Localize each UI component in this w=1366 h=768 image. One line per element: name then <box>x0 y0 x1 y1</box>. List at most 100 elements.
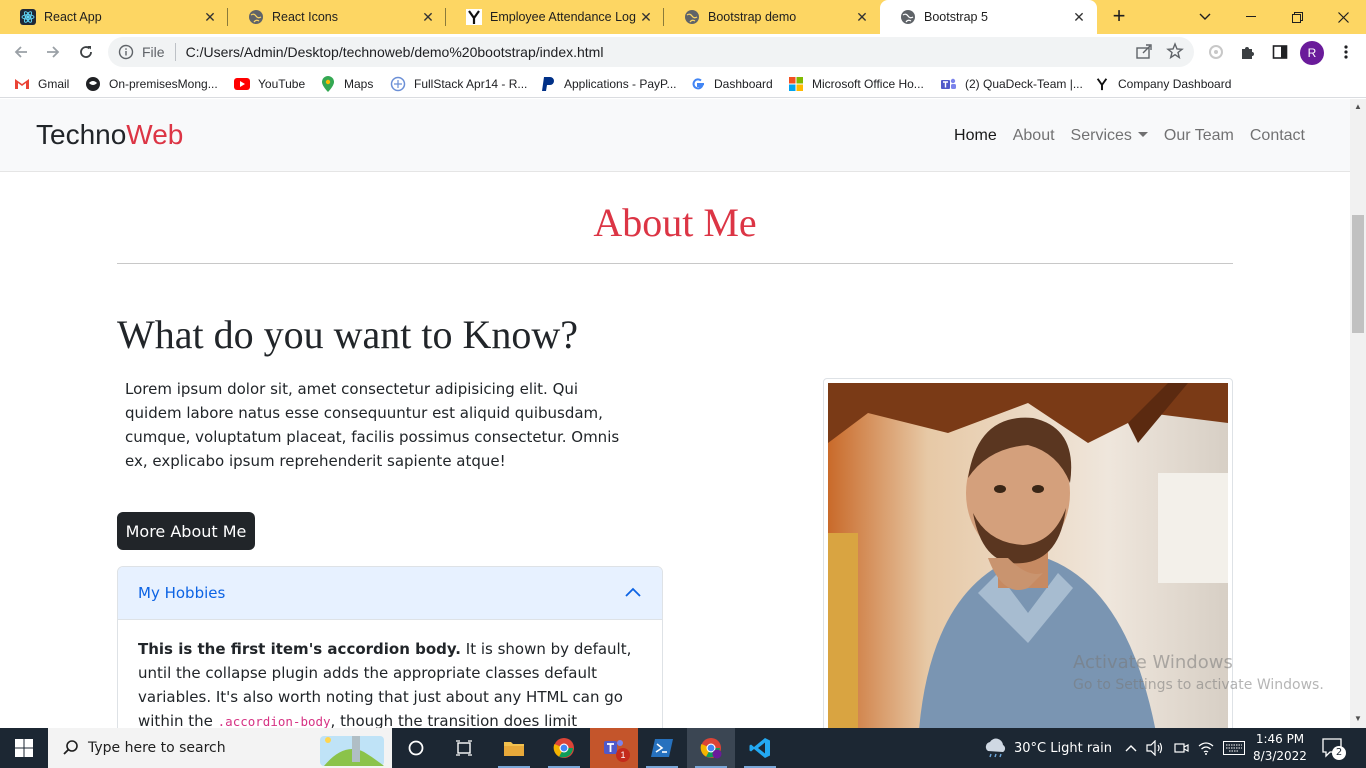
react-icon <box>20 9 36 25</box>
chevron-up-icon[interactable] <box>1125 744 1137 752</box>
bookmark-microsoft[interactable]: Microsoft Office Ho... <box>788 75 924 93</box>
vscode-app-button[interactable] <box>736 728 784 768</box>
browser-toolbar: File C:/Users/Admin/Desktop/technoweb/de… <box>0 34 1366 70</box>
info-icon[interactable] <box>118 44 134 60</box>
y-logo-icon <box>1094 76 1110 92</box>
page-scrollbar[interactable]: ▲ ▼ <box>1350 99 1366 728</box>
chrome-app-button[interactable] <box>540 728 588 768</box>
bookmark-label: FullStack Apr14 - R... <box>414 77 528 91</box>
bookmark-label: On-premisesMong... <box>109 77 218 91</box>
tab-bootstrap-demo[interactable]: Bootstrap demo ✕ <box>664 0 880 34</box>
close-icon[interactable]: ✕ <box>854 9 870 25</box>
microsoft-icon <box>788 76 804 92</box>
bookmarks-bar: Gmail On-premisesMong... YouTube Maps Fu… <box>0 70 1366 98</box>
forward-button[interactable] <box>41 40 65 64</box>
notification-center-button[interactable]: 2 <box>1322 728 1346 768</box>
reload-button[interactable] <box>74 40 98 64</box>
task-view-cortana-button[interactable] <box>392 728 440 768</box>
brand-logo[interactable]: TechnoWeb <box>36 119 183 151</box>
accordion-body-code: .accordion-body <box>217 714 331 728</box>
tab-react-app[interactable]: React App ✕ <box>0 0 228 34</box>
star-icon[interactable] <box>1166 42 1184 60</box>
meet-now-icon[interactable] <box>1173 740 1189 756</box>
teams-app-button[interactable]: 1 <box>590 728 638 768</box>
task-view-button[interactable] <box>440 728 488 768</box>
vscode-icon <box>749 738 770 758</box>
bookmark-paypal[interactable]: Applications - PayP... <box>540 75 677 93</box>
side-panel-button[interactable] <box>1268 40 1292 64</box>
side-panel-icon <box>1272 45 1288 59</box>
scroll-up-icon[interactable]: ▲ <box>1354 103 1362 111</box>
system-tray <box>1125 728 1245 768</box>
tab-bootstrap-5[interactable]: Bootstrap 5 ✕ <box>880 0 1097 34</box>
back-button[interactable] <box>9 40 33 64</box>
chrome-icon <box>553 738 574 758</box>
close-icon[interactable]: ✕ <box>202 9 218 25</box>
extensions-button[interactable] <box>1236 40 1260 64</box>
profile-avatar[interactable]: R <box>1300 41 1324 65</box>
share-icon[interactable] <box>1135 42 1153 60</box>
tab-employee-attendance[interactable]: Employee Attendance Log ✕ <box>446 0 664 34</box>
nav-our-team[interactable]: Our Team <box>1164 127 1234 145</box>
section-divider <box>117 263 1233 264</box>
new-tab-button[interactable]: + <box>1107 5 1131 29</box>
restore-button[interactable] <box>1274 0 1320 34</box>
brand-main: Techno <box>36 119 127 150</box>
menu-button[interactable] <box>1334 40 1358 64</box>
windows-logo-icon <box>15 739 33 757</box>
bookmark-gmail[interactable]: Gmail <box>14 75 69 93</box>
bookmark-mongo[interactable]: On-premisesMong... <box>85 75 218 93</box>
scroll-down-icon[interactable]: ▼ <box>1354 715 1362 723</box>
address-bar[interactable]: File C:/Users/Admin/Desktop/technoweb/de… <box>108 37 1194 67</box>
close-icon[interactable]: ✕ <box>1071 9 1087 25</box>
nav-links: Home About Services Our Team Contact <box>954 127 1305 145</box>
close-icon[interactable]: ✕ <box>638 9 654 25</box>
chrome-profile-app-button[interactable] <box>687 728 735 768</box>
accordion-header-hobbies[interactable]: My Hobbies <box>118 567 662 620</box>
caret-down-icon <box>1137 132 1148 137</box>
tab-react-icons[interactable]: React Icons ✕ <box>228 0 446 34</box>
minimize-button[interactable] <box>1228 0 1274 34</box>
more-about-me-button[interactable]: More About Me <box>117 512 255 550</box>
accordion-body-bold: This is the first item's accordion body. <box>138 640 462 658</box>
maps-icon <box>320 76 336 92</box>
powershell-icon <box>651 739 673 757</box>
start-button[interactable] <box>0 728 48 768</box>
url-text[interactable]: C:/Users/Admin/Desktop/technoweb/demo%20… <box>186 44 604 60</box>
volume-icon[interactable] <box>1146 740 1164 756</box>
globe-icon <box>900 9 916 25</box>
bookmark-maps[interactable]: Maps <box>320 75 373 93</box>
paypal-icon <box>540 76 556 92</box>
nav-services[interactable]: Services <box>1071 127 1148 145</box>
site-navbar: TechnoWeb Home About Services Our Team C… <box>0 99 1350 172</box>
close-icon[interactable]: ✕ <box>420 9 436 25</box>
teams-icon <box>941 76 957 92</box>
arrow-left-icon <box>14 46 27 58</box>
wifi-icon[interactable] <box>1198 741 1214 755</box>
bookmark-dashboard[interactable]: Dashboard <box>690 75 773 93</box>
system-clock[interactable]: 1:46 PM 8/3/2022 <box>1250 731 1310 765</box>
file-explorer-button[interactable] <box>490 728 538 768</box>
nav-contact[interactable]: Contact <box>1250 127 1305 145</box>
search-placeholder: Type here to search <box>88 740 226 756</box>
nav-about[interactable]: About <box>1013 127 1055 145</box>
nav-home[interactable]: Home <box>954 127 997 145</box>
bookmark-label: Applications - PayP... <box>564 77 677 91</box>
powershell-app-button[interactable] <box>638 728 686 768</box>
teams-badge: 1 <box>616 748 630 762</box>
keyboard-icon[interactable] <box>1223 741 1245 755</box>
bookmark-youtube[interactable]: YouTube <box>234 75 305 93</box>
tab-search-button[interactable] <box>1182 0 1228 34</box>
cortana-circle-icon <box>408 740 424 756</box>
weather-widget[interactable]: 30°C Light rain <box>982 728 1112 768</box>
close-icon <box>1337 11 1349 23</box>
bookmark-company-dashboard[interactable]: Company Dashboard <box>1094 75 1231 93</box>
close-window-button[interactable] <box>1320 0 1366 34</box>
clock-time: 1:46 PM <box>1255 732 1305 746</box>
scrollbar-thumb[interactable] <box>1352 215 1364 333</box>
task-view-icon <box>456 740 472 756</box>
taskbar-search[interactable]: Type here to search <box>48 728 392 768</box>
extension-button[interactable] <box>1204 40 1228 64</box>
bookmark-teams[interactable]: (2) QuaDeck-Team |... <box>941 75 1083 93</box>
bookmark-fullstack[interactable]: FullStack Apr14 - R... <box>390 75 527 93</box>
